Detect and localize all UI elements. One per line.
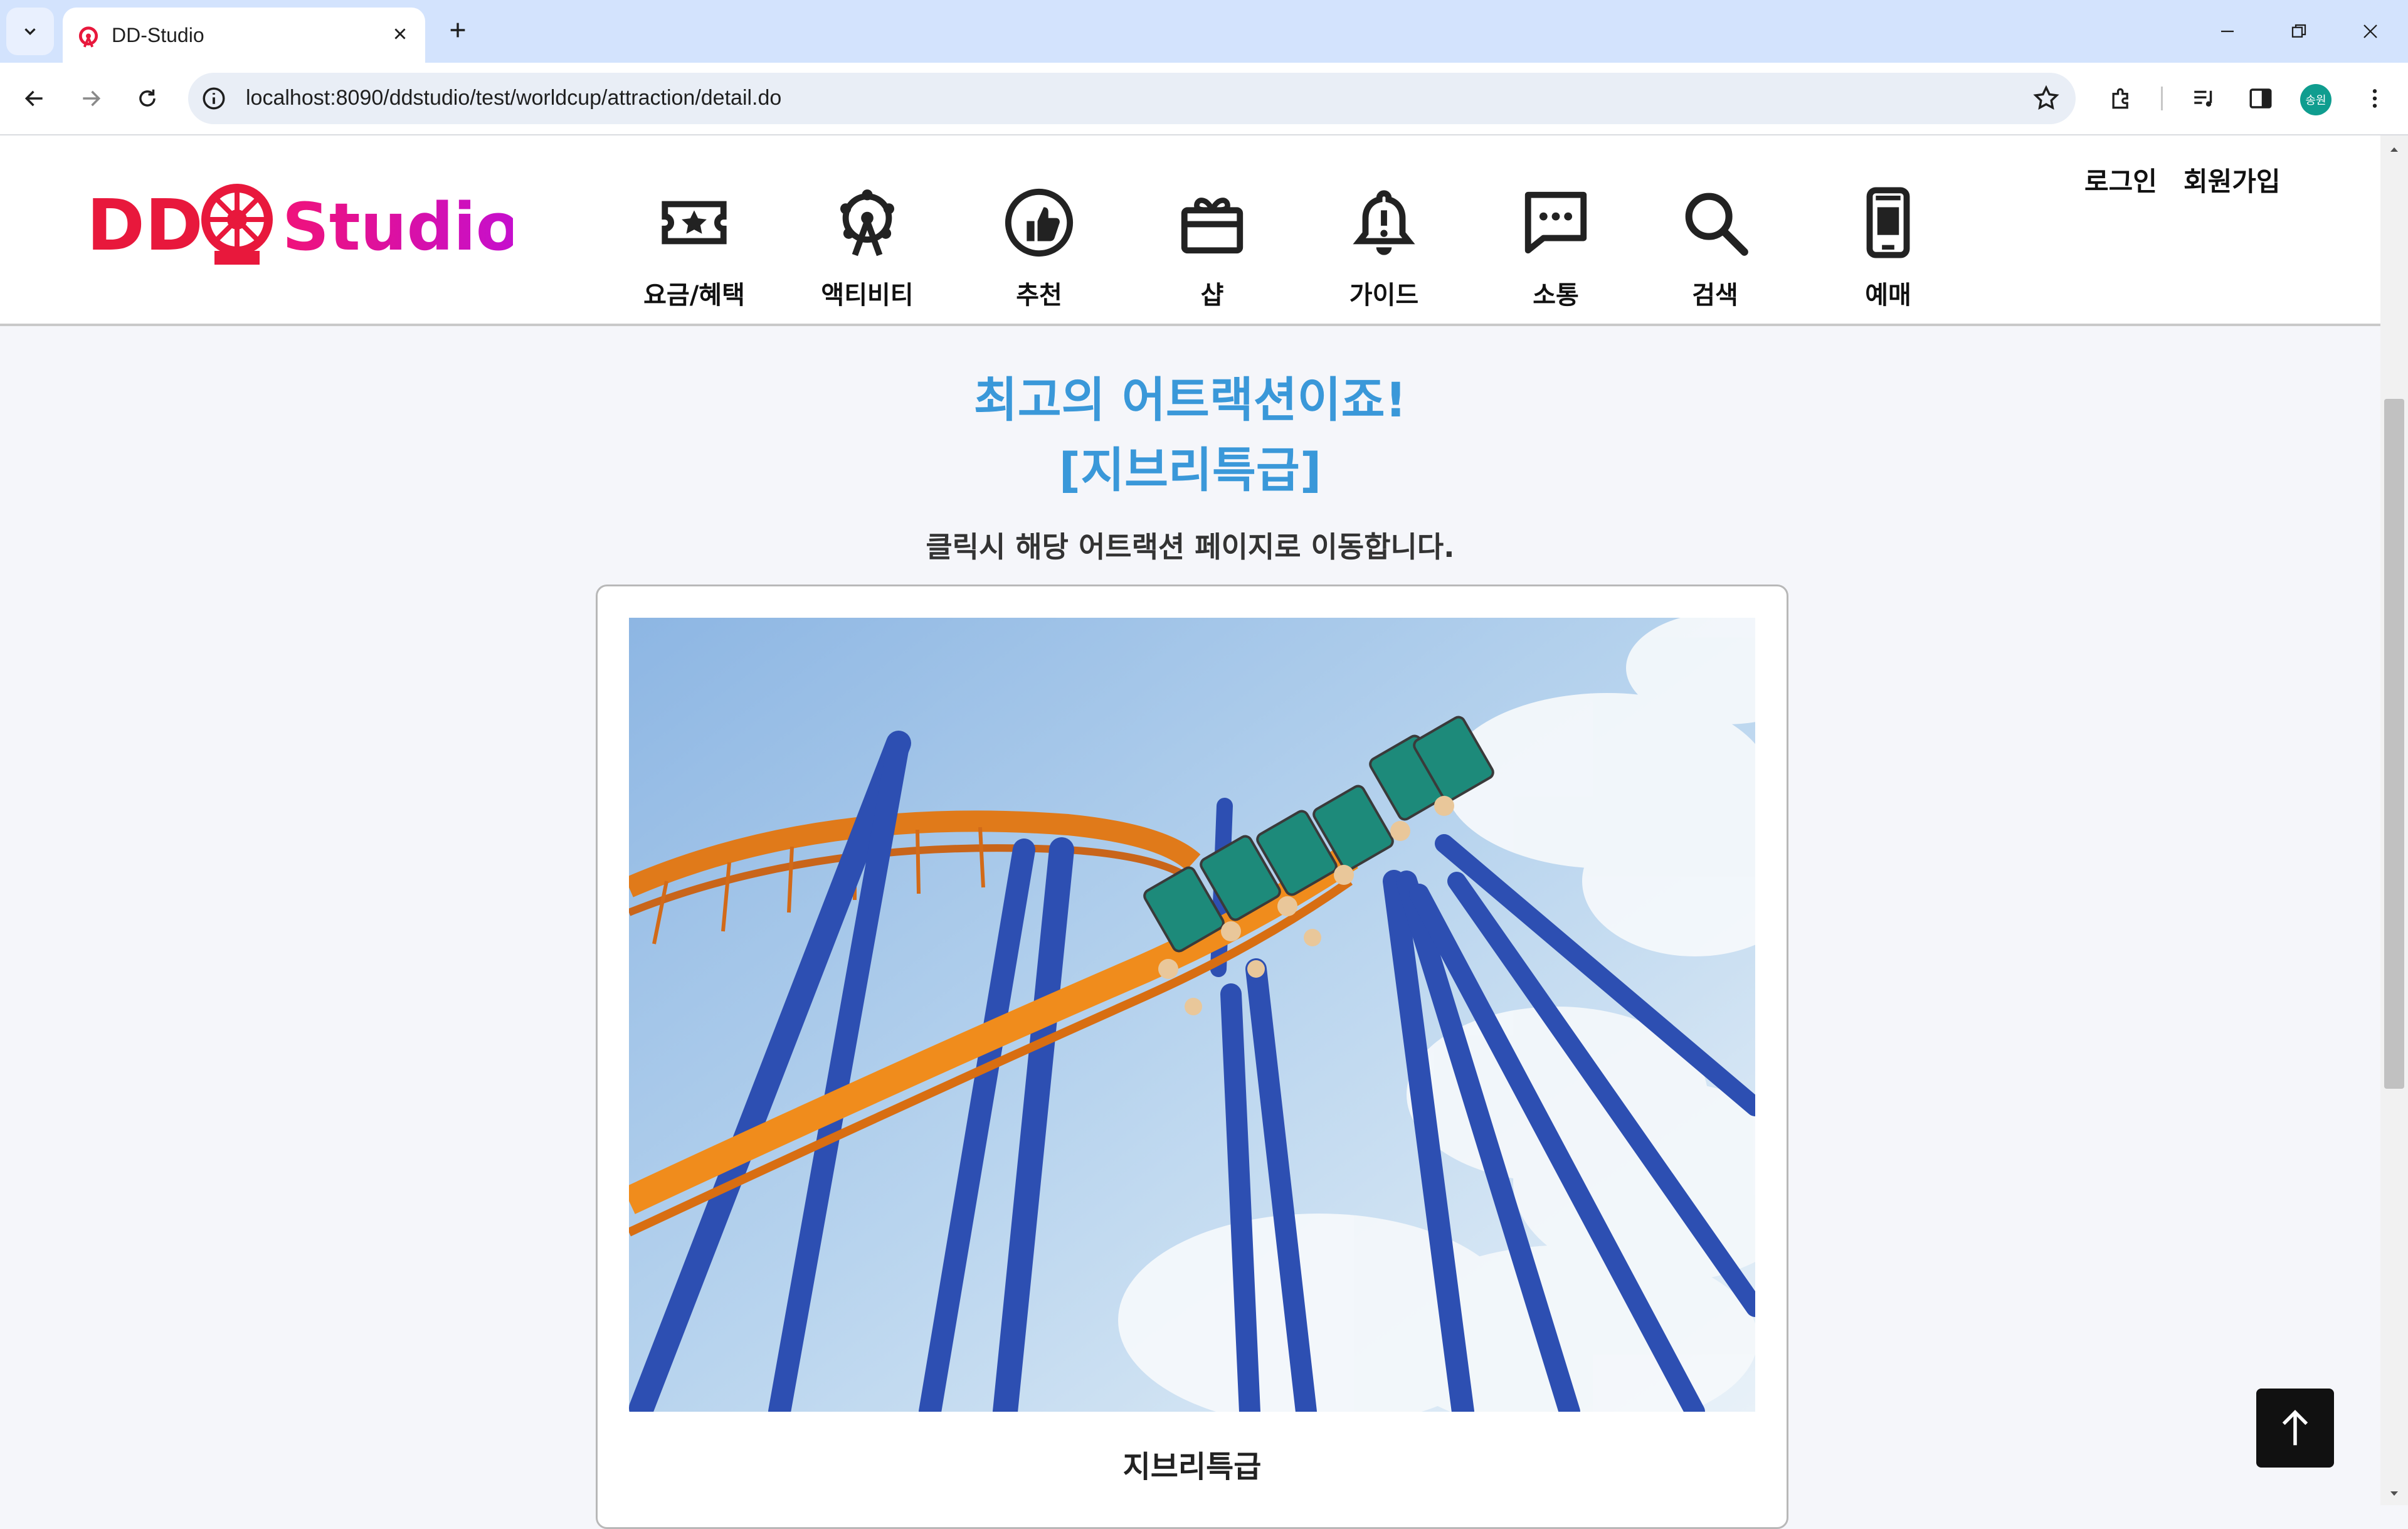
bell-alert-icon — [1353, 190, 1415, 255]
address-bar[interactable]: localhost:8090/ddstudio/test/worldcup/at… — [188, 73, 2076, 124]
search-icon — [1685, 193, 1748, 256]
reload-icon — [139, 89, 156, 107]
chevron-down-icon — [24, 28, 36, 36]
arrow-left-icon — [24, 90, 43, 107]
arrow-right-icon — [83, 90, 101, 107]
reload-button[interactable] — [125, 77, 169, 120]
menu-item-guide[interactable]: 가이드 — [1312, 186, 1456, 311]
scroll-down-arrow-icon[interactable] — [2387, 1486, 2402, 1501]
browser-tab-bar: DD-Studio — [0, 0, 2408, 63]
menu-item-shop[interactable]: 샵 — [1140, 186, 1284, 311]
menu-item-community[interactable]: 소통 — [1484, 186, 1628, 311]
thumbs-up-icon — [1005, 188, 1074, 257]
menu-label: 샵 — [1200, 281, 1224, 310]
main-content: 최고의 어트랙션이죠! [지브리특급] 클릭시 해당 어트랙션 페이지로 이동합… — [0, 326, 2380, 1529]
back-to-top-button[interactable] — [2256, 1389, 2334, 1468]
dd-studio-logo[interactable]: DD Studio — [87, 173, 513, 273]
menu-label: 소통 — [1533, 281, 1579, 310]
mobile-ticket-icon — [1866, 187, 1910, 258]
login-link[interactable]: 로그인 — [2084, 161, 2157, 199]
media-control-button[interactable] — [2187, 82, 2221, 115]
site-info-icon[interactable] — [201, 85, 227, 112]
headline-line-1: 최고의 어트랙션이죠! — [973, 372, 1407, 428]
tab-close-button[interactable] — [388, 21, 413, 46]
side-panel-button[interactable] — [2244, 82, 2278, 115]
browser-menu-button[interactable] — [2358, 82, 2392, 115]
menu-label: 액티비티 — [821, 281, 914, 310]
svg-text:Studio: Studio — [282, 189, 513, 265]
more-vertical-icon — [2372, 89, 2377, 108]
url-text: localhost:8090/ddstudio/test/worldcup/at… — [246, 86, 782, 110]
minimize-button[interactable] — [2207, 13, 2247, 50]
menu-label: 요금/혜택 — [643, 281, 745, 310]
bookmark-star-icon[interactable] — [2032, 84, 2061, 113]
extensions-button[interactable] — [2104, 82, 2138, 115]
back-button[interactable] — [13, 77, 56, 120]
headline-line-2: [지브리특급] — [1059, 442, 1322, 498]
menu-item-booking[interactable]: 예매 — [1816, 186, 1960, 311]
puzzle-icon — [2112, 88, 2128, 109]
attraction-card[interactable]: 지브리특급 — [596, 585, 1788, 1529]
browser-toolbar: localhost:8090/ddstudio/test/worldcup/at… — [0, 63, 2408, 135]
gift-icon — [1181, 198, 1244, 254]
playlist-icon — [2194, 90, 2212, 107]
scrollbar-thumb[interactable] — [2384, 399, 2404, 1089]
roller-coaster-image — [629, 618, 1755, 1412]
minimize-icon — [2221, 30, 2234, 33]
menu-item-activity[interactable]: 액티비티 — [795, 186, 939, 311]
menu-label: 예매 — [1865, 281, 1911, 310]
close-window-button[interactable] — [2350, 13, 2390, 50]
arrow-up-icon — [2282, 1409, 2308, 1446]
menu-label: 가이드 — [1349, 281, 1419, 310]
new-tab-button[interactable] — [436, 9, 479, 51]
menu-item-pricing[interactable]: 요금/혜택 — [622, 186, 766, 311]
menu-label: 추천 — [1016, 281, 1062, 310]
restore-button[interactable] — [2279, 13, 2319, 50]
instruction-text: 클릭시 해당 어트랙션 페이지로 이동합니다. — [926, 530, 1455, 564]
site-header: DD Studio 요금/혜택 액티비티 추천 샵 가이드 소통 검색 예매 로… — [0, 135, 2380, 326]
menu-label: 검색 — [1692, 281, 1738, 310]
ferris-wheel-favicon-icon — [78, 26, 98, 48]
chat-icon — [1524, 191, 1587, 254]
menu-item-search[interactable]: 검색 — [1643, 186, 1787, 311]
close-icon — [394, 28, 406, 40]
plus-icon — [450, 23, 465, 38]
scroll-up-arrow-icon[interactable] — [2387, 142, 2402, 157]
toolbar-separator — [2161, 87, 2163, 110]
side-panel-icon — [2249, 88, 2272, 108]
tab-title: DD-Studio — [112, 24, 204, 46]
browser-tab-active[interactable]: DD-Studio — [63, 8, 425, 63]
svg-text:DD: DD — [87, 185, 203, 267]
forward-button[interactable] — [69, 77, 113, 120]
attraction-photo[interactable] — [629, 618, 1755, 1412]
restore-icon — [2291, 24, 2306, 38]
signup-link[interactable]: 회원가입 — [2184, 161, 2281, 199]
tab-search-button[interactable] — [6, 8, 54, 55]
close-icon — [2363, 24, 2377, 38]
profile-avatar[interactable]: 송원 — [2300, 84, 2331, 115]
ferris-wheel-icon — [840, 189, 895, 257]
ticket-icon — [662, 201, 727, 245]
attraction-name: 지브리특급 — [1122, 1449, 1262, 1484]
menu-item-recommend[interactable]: 추천 — [967, 186, 1111, 311]
